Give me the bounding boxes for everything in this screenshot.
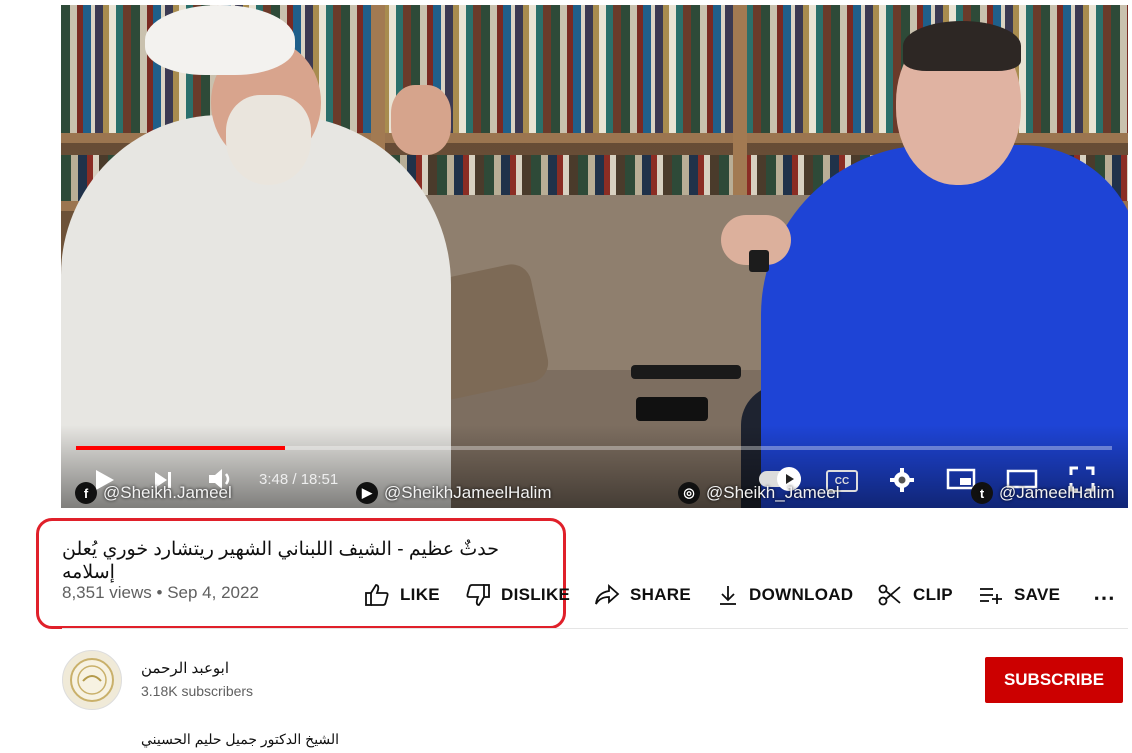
clip-button[interactable]: CLIP (877, 584, 953, 606)
video-title: حدثٌ عظيم - الشيف اللبناني الشهير ريتشار… (62, 539, 499, 583)
instagram-handle: @Sheikh_Jameel (706, 483, 840, 502)
save-button[interactable]: SAVE (978, 584, 1060, 606)
dislike-button[interactable]: DISLIKE (465, 584, 570, 606)
person-left-beard (226, 95, 311, 185)
person-right-hair (903, 21, 1021, 71)
person-left-turban (145, 5, 295, 75)
description-text: الشيخ الدكتور جميل حليم الحسيني (141, 731, 340, 747)
coffee-cup (749, 250, 769, 272)
save-label: SAVE (1014, 585, 1061, 604)
playlist-add-icon (980, 588, 1002, 604)
settings-button[interactable] (889, 467, 915, 493)
shelf-post (733, 5, 747, 215)
youtube-handle: @SheikhJameelHalim (384, 483, 552, 502)
facebook-icon: f (75, 482, 97, 504)
channel-name[interactable]: ابوعبد الرحمن (141, 659, 229, 677)
share-label: SHARE (630, 585, 692, 604)
twitter-icon: t (971, 482, 993, 504)
share-icon (595, 584, 620, 605)
instagram-icon: ◎ (678, 482, 700, 504)
view-count: 8,351 views (62, 583, 152, 602)
youtube-icon: ▶ (356, 482, 378, 504)
divider (62, 628, 1128, 629)
progress-bar-fill (76, 446, 285, 450)
subscriber-count: 3.18K subscribers (141, 683, 254, 699)
share-button[interactable]: SHARE (594, 584, 691, 606)
like-button[interactable]: LIKE (364, 584, 440, 606)
like-label: LIKE (400, 585, 440, 604)
watermark-youtube: ▶ @SheikhJameelHalim (356, 480, 552, 506)
twitter-handle: @JameelHalim (999, 483, 1115, 502)
facebook-handle: @Sheikh.Jameel (103, 483, 232, 502)
gear-icon (890, 468, 914, 492)
download-button[interactable]: DOWNLOAD (717, 584, 853, 606)
cable (631, 365, 741, 379)
more-actions-button[interactable]: ⋯ (1093, 585, 1115, 611)
watermark-twitter: t @JameelHalim (971, 480, 1115, 506)
download-icon (720, 586, 736, 605)
watermark-facebook: f @Sheikh.Jameel (75, 480, 232, 506)
meta-separator: • (156, 583, 163, 602)
watermark-instagram: ◎ @Sheikh_Jameel (678, 480, 840, 506)
thumbs-down-icon (466, 584, 490, 606)
channel-avatar[interactable] (62, 650, 122, 710)
clip-label: CLIP (913, 585, 953, 604)
download-label: DOWNLOAD (749, 585, 854, 604)
thumbs-up-icon (365, 584, 389, 606)
video-player[interactable]: 3:48 / 18:51 CC f @Sheikh.Jameel ▶ @Shei… (61, 5, 1128, 508)
time-display: 3:48 / 18:51 (259, 471, 339, 488)
upload-date: Sep 4, 2022 (167, 583, 259, 602)
progress-bar[interactable] (76, 446, 1112, 450)
video-meta: 8,351 views • Sep 4, 2022 (62, 583, 259, 603)
channel-logo-icon (70, 658, 114, 702)
subscribe-button[interactable]: SUBSCRIBE (985, 657, 1123, 703)
dislike-label: DISLIKE (501, 585, 571, 604)
scissors-icon (878, 584, 901, 606)
person-left-hand (391, 85, 451, 155)
phone (636, 397, 708, 421)
